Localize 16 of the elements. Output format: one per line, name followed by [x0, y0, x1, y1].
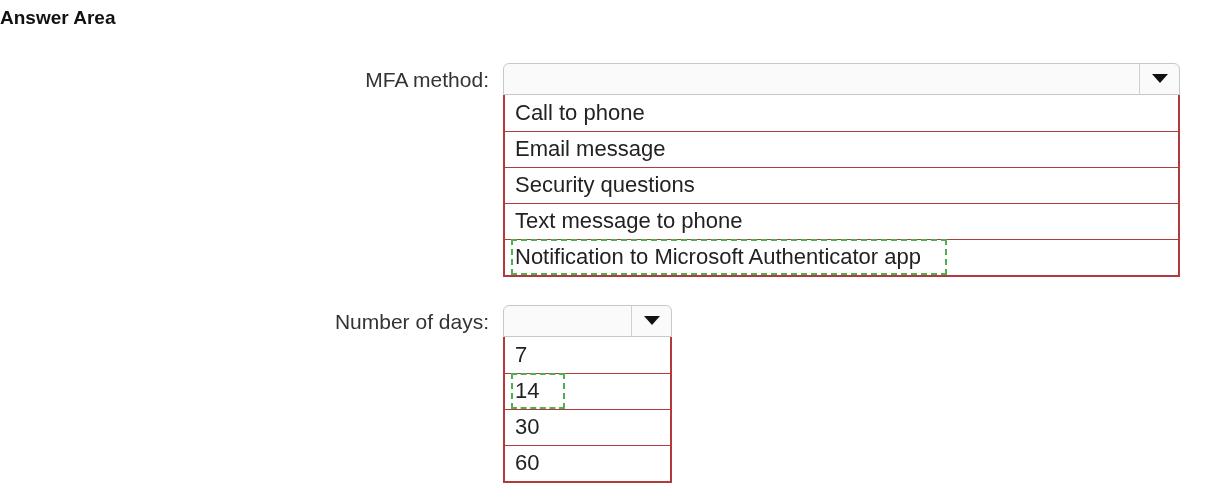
dropdown-option[interactable]: 14 — [511, 373, 566, 409]
dropdown-field[interactable] — [503, 304, 672, 337]
caret-icon — [643, 315, 660, 326]
dropdown-option[interactable]: Text message to phone — [511, 203, 747, 239]
dropdown-field[interactable] — [503, 62, 1180, 95]
dropdown-option[interactable]: Call to phone — [511, 94, 649, 131]
section-title: Answer Area — [0, 7, 116, 28]
dropdown-option[interactable]: 60 — [511, 445, 544, 481]
dropdown-option[interactable]: Notification to Microsoft Authenticator app — [511, 239, 947, 275]
question-label: Number of days: — [334, 308, 489, 335]
dropdown-option[interactable]: 7 — [511, 336, 532, 373]
dropdown-option[interactable]: Email message — [511, 131, 670, 167]
caret-icon — [1151, 73, 1168, 84]
dropdown-option[interactable]: 30 — [511, 409, 544, 445]
question-label: MFA method: — [365, 66, 489, 93]
dropdown-option[interactable]: Security questions — [511, 167, 699, 203]
